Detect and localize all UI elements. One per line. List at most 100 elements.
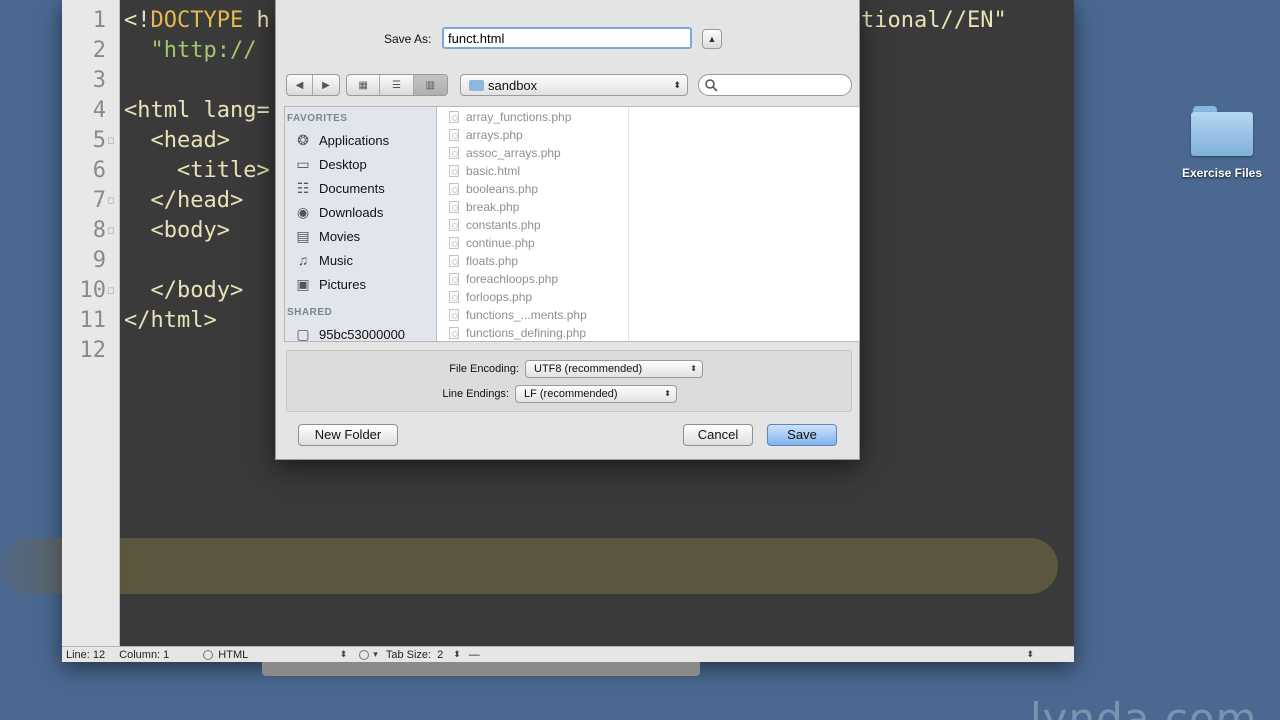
- code-token: </body>: [124, 278, 244, 303]
- sidebar-item[interactable]: ▭ Desktop: [293, 153, 366, 175]
- file-name: assoc_arrays.php: [466, 146, 561, 160]
- code-token: </html>: [124, 308, 217, 333]
- code-token: <!: [124, 8, 151, 33]
- documents-icon: ☷: [296, 179, 310, 196]
- forward-button[interactable]: ▶: [313, 75, 339, 95]
- file-icon: [449, 165, 459, 177]
- line-number-gutter: 1 2 3 4 5 ◻ 6 7 ◻ 8 ◻ 9 10 ◻ 11 12: [62, 0, 120, 646]
- sidebar: FAVORITES SHARED ❂ Applications ▭ Desktop ☷ D…: [285, 107, 437, 341]
- code-token: <html lang=: [124, 98, 270, 123]
- file-row[interactable]: floats.php: [443, 252, 518, 270]
- sidebar-item-label: Pictures: [319, 276, 366, 292]
- sidebar-item[interactable]: ▣ Pictures: [293, 273, 366, 295]
- line-number: 11: [79, 308, 107, 333]
- file-row[interactable]: assoc_arrays.php: [443, 144, 561, 162]
- fold-toggle-icon[interactable]: ◻: [107, 126, 117, 156]
- column-view-button[interactable]: ▥: [413, 75, 447, 95]
- file-row[interactable]: functions_...ments.php: [443, 306, 587, 324]
- file-encoding-label: File Encoding:: [449, 363, 519, 375]
- file-row[interactable]: booleans.php: [443, 180, 538, 198]
- code-line: </html>: [124, 306, 217, 336]
- file-row[interactable]: forloops.php: [443, 288, 532, 306]
- file-encoding-popup[interactable]: UTF8 (recommended) ⬍: [525, 360, 703, 378]
- file-name: functions_...ments.php: [466, 308, 587, 322]
- file-icon: [449, 237, 459, 249]
- search-input[interactable]: [698, 74, 852, 96]
- file-row[interactable]: break.php: [443, 198, 519, 216]
- filename-input[interactable]: [442, 27, 692, 49]
- sidebar-item[interactable]: ♫ Music: [293, 249, 353, 271]
- code-line: "http://: [124, 36, 256, 66]
- applications-icon: ❂: [297, 131, 309, 148]
- file-column: array_functions.php arrays.php assoc_array…: [443, 107, 629, 341]
- updown-arrows-icon: ⬍: [339, 649, 348, 659]
- triangle-left-icon: ◀: [295, 79, 304, 91]
- symbol-popup[interactable]: — ⬍: [465, 649, 1074, 661]
- file-icon: [449, 201, 459, 213]
- tab-size-popup[interactable]: Tab Size: 2 ⬍: [382, 649, 465, 661]
- sidebar-item[interactable]: ◉ Downloads: [293, 201, 383, 223]
- lynda-watermark: lynda.com: [1030, 694, 1258, 720]
- network-computer-icon: ▢: [296, 325, 310, 342]
- file-row[interactable]: constants.php: [443, 216, 541, 234]
- line-number: 6: [92, 158, 106, 183]
- fold-toggle-icon[interactable]: ◻: [107, 276, 117, 306]
- exercise-files-folder[interactable]: Exercise Files: [1172, 104, 1272, 180]
- window-shadow-edge: [262, 662, 700, 676]
- sidebar-item[interactable]: ▢ 95bc53000000: [293, 323, 406, 342]
- sidebar-item[interactable]: ☷ Documents: [293, 177, 385, 199]
- fold-toggle-icon[interactable]: ◻: [107, 186, 117, 216]
- sidebar-item-label: Documents: [319, 180, 385, 196]
- folder-label: Exercise Files: [1181, 166, 1263, 180]
- fold-toggle-icon[interactable]: ◻: [107, 216, 117, 246]
- new-folder-button[interactable]: New Folder: [298, 424, 398, 446]
- doctype-tail-text: tional//EN": [861, 8, 1007, 33]
- symbol-value: —: [468, 648, 480, 661]
- line-number: 9: [92, 248, 106, 273]
- sidebar-item[interactable]: ▤ Movies: [293, 225, 360, 247]
- code-line: <html lang=: [124, 96, 270, 126]
- list-view-button[interactable]: ☰: [380, 75, 414, 95]
- icon-view-button[interactable]: ▦: [347, 75, 381, 95]
- downloads-icon: ◉: [296, 203, 310, 220]
- sidebar-item[interactable]: ❂ Applications: [293, 129, 389, 151]
- symbol-gear-popup[interactable]: ▾: [355, 649, 382, 660]
- chevron-down-icon: ▾: [373, 649, 378, 659]
- line-endings-popup[interactable]: LF (recommended) ⬍: [515, 385, 677, 403]
- list-icon: ☰: [392, 79, 401, 91]
- collapse-button[interactable]: ▲: [702, 29, 722, 49]
- sidebar-item-label: Movies: [319, 228, 361, 244]
- file-icon: [449, 273, 459, 285]
- file-name: continue.php: [466, 236, 535, 250]
- file-name: basic.html: [466, 164, 521, 178]
- location-popup[interactable]: sandbox ⬍: [460, 74, 688, 96]
- file-row[interactable]: functions_defining.php: [443, 324, 586, 341]
- sidebar-item-label: Music: [319, 252, 353, 268]
- tab-size-label: Tab Size:: [385, 648, 432, 661]
- cancel-button[interactable]: Cancel: [683, 424, 753, 446]
- save-button[interactable]: Save: [767, 424, 837, 446]
- shared-heading: SHARED: [287, 307, 333, 318]
- file-row[interactable]: basic.html: [443, 162, 520, 180]
- language-popup[interactable]: HTML ⬍: [199, 649, 351, 661]
- file-row[interactable]: array_functions.php: [443, 108, 571, 126]
- language-icon: [203, 649, 214, 660]
- code-token: <title>: [124, 158, 270, 183]
- file-row[interactable]: arrays.php: [443, 126, 523, 144]
- file-name: foreachloops.php: [466, 272, 559, 286]
- file-row[interactable]: continue.php: [443, 234, 535, 252]
- file-name: booleans.php: [466, 182, 539, 196]
- code-line: </head>: [124, 186, 243, 216]
- pictures-icon: ▣: [296, 275, 310, 292]
- updown-arrows-icon: ⬍: [690, 364, 697, 373]
- code-token: </head>: [124, 188, 244, 213]
- back-button[interactable]: ◀: [287, 75, 313, 95]
- sidebar-item-label: 95bc53000000: [319, 326, 406, 342]
- updown-arrows-icon: ⬍: [1026, 649, 1034, 659]
- search-icon: [705, 79, 718, 92]
- file-encoding-value: UTF8 (recommended): [534, 363, 643, 375]
- line-number: 10: [79, 278, 107, 303]
- updown-arrows-icon: ⬍: [453, 649, 461, 659]
- file-row[interactable]: foreachloops.php: [443, 270, 558, 288]
- status-column: Column: 1: [119, 648, 170, 661]
